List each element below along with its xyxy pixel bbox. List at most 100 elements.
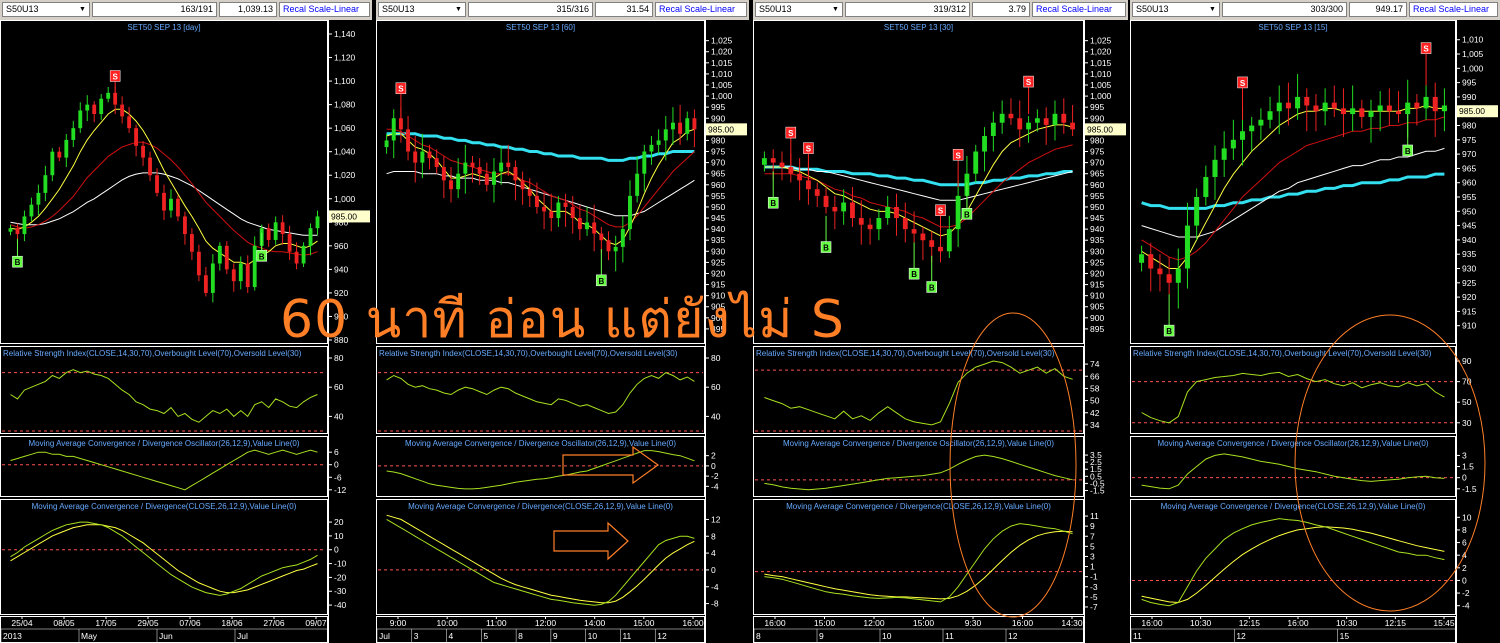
buy-signal-label: B bbox=[15, 258, 21, 267]
candle-body bbox=[1267, 111, 1273, 120]
candle-body bbox=[990, 122, 996, 136]
candle-body bbox=[858, 218, 864, 225]
candle-body bbox=[413, 151, 418, 163]
candle-body bbox=[692, 118, 697, 130]
rsi-line bbox=[10, 369, 318, 423]
candle-body bbox=[384, 140, 389, 148]
y-tick-label: 975 bbox=[1090, 147, 1104, 157]
time-tick-label: 15:00 bbox=[633, 618, 655, 628]
candle-body bbox=[1194, 197, 1200, 226]
sell-signal-label: S bbox=[1026, 78, 1032, 87]
candle-body bbox=[1203, 176, 1209, 198]
rsi-tick-label: 30 bbox=[1462, 418, 1472, 428]
chart-title: SET50 SEP 13 [day] bbox=[127, 23, 200, 32]
macd-label: Moving Average Convergence / Divergence(… bbox=[786, 502, 1051, 511]
candle-body bbox=[649, 144, 654, 152]
rsi-tick-label: 42 bbox=[1090, 408, 1100, 418]
time-tick-label: 25/04 bbox=[11, 618, 33, 628]
macd-label: Moving Average Convergence / Divergence(… bbox=[1161, 502, 1426, 511]
candle-body bbox=[885, 206, 891, 219]
macd-tick-label: 10 bbox=[334, 531, 344, 541]
y-tick-label: 1,020 bbox=[334, 170, 356, 180]
time-tick-label: 09/07 bbox=[305, 618, 327, 628]
buy-signal-label: B bbox=[964, 210, 970, 219]
candle-body bbox=[8, 228, 13, 232]
macd-tick-label: -40 bbox=[334, 600, 347, 610]
rsi-pane-frame bbox=[1130, 346, 1456, 434]
y-tick-label: 960 bbox=[711, 180, 725, 190]
candle-body bbox=[1052, 113, 1058, 125]
candle-body bbox=[22, 216, 27, 235]
candle-body bbox=[920, 233, 926, 241]
macd-tick-label: 7 bbox=[1090, 531, 1095, 541]
candle-body bbox=[534, 195, 539, 207]
y-tick-label: 995 bbox=[711, 102, 725, 112]
candle-body bbox=[670, 122, 675, 130]
y-tick-label: 970 bbox=[1090, 158, 1104, 168]
macd-oscillator-tick-label: 0 bbox=[334, 460, 339, 470]
y-tick-label: 1,010 bbox=[711, 69, 733, 79]
chart-svg[interactable]: SET50 SEP 13 [15] 1,010 1,005 1,000 995 990 98… bbox=[1130, 0, 1500, 643]
y-tick-label: 965 bbox=[1090, 169, 1104, 179]
date-label: 8 bbox=[518, 631, 523, 641]
y-tick-label: 1,080 bbox=[334, 100, 356, 110]
y-tick-label: 960 bbox=[1090, 180, 1104, 190]
candle-body bbox=[15, 228, 20, 235]
rsi-tick-label: 34 bbox=[1090, 420, 1100, 430]
y-tick-label: 990 bbox=[1090, 113, 1104, 123]
rsi-tick-label: 40 bbox=[334, 411, 344, 421]
date-label: Jul bbox=[237, 631, 248, 641]
macd-oscillator-tick-label: -1.5 bbox=[1090, 485, 1105, 495]
macd-oscillator-tick-label: -6 bbox=[334, 472, 342, 482]
y-tick-label: 955 bbox=[1462, 192, 1476, 202]
rsi-pane-frame bbox=[0, 346, 328, 434]
candle-body bbox=[252, 245, 257, 288]
candle-body bbox=[1043, 118, 1049, 125]
time-tick-label: 08/05 bbox=[53, 618, 75, 628]
candle-body bbox=[1295, 96, 1301, 109]
candle-body bbox=[196, 251, 201, 276]
macd-tick-label: 20 bbox=[334, 517, 344, 527]
y-tick-label: 955 bbox=[711, 191, 725, 201]
candle-body bbox=[1304, 96, 1310, 106]
y-tick-label: 1,000 bbox=[1090, 91, 1112, 101]
chart-panel-4[interactable]: S50U13 ▼ 303/300 949.17 Recal Scale-Linear SE… bbox=[1130, 0, 1500, 643]
candle-body bbox=[1221, 148, 1227, 160]
candle-body bbox=[1441, 105, 1447, 112]
chart-title: SET50 SEP 13 [30] bbox=[884, 23, 953, 32]
candle-body bbox=[1322, 102, 1328, 112]
macd-oscillator-label: Moving Average Convergence / Divergence … bbox=[1158, 439, 1429, 448]
y-tick-label: 930 bbox=[1462, 264, 1476, 274]
time-tick-label: 12:15 bbox=[1239, 618, 1261, 628]
buy-signal-label: B bbox=[929, 283, 935, 292]
sell-signal-label: S bbox=[398, 85, 404, 94]
y-tick-label: 975 bbox=[711, 147, 725, 157]
time-tick-label: 15:00 bbox=[814, 618, 836, 628]
time-tick-label: 12:00 bbox=[863, 618, 885, 628]
time-tick-label: 17/05 bbox=[95, 618, 117, 628]
candle-body bbox=[449, 180, 453, 190]
buy-signal-label: B bbox=[911, 270, 917, 279]
candle-body bbox=[456, 173, 461, 190]
candle-body bbox=[570, 206, 575, 219]
y-tick-label: 965 bbox=[711, 169, 725, 179]
time-tick-label: 07/06 bbox=[179, 618, 201, 628]
candle-body bbox=[134, 128, 139, 146]
candle-body bbox=[1240, 131, 1246, 140]
candle-body bbox=[663, 129, 668, 141]
candle-body bbox=[628, 195, 632, 230]
candle-body bbox=[287, 234, 292, 252]
candle-body bbox=[224, 245, 229, 270]
y-tick-label: 915 bbox=[1462, 306, 1476, 316]
date-label: Jul bbox=[379, 631, 390, 641]
date-label: 15 bbox=[1340, 631, 1350, 641]
date-label: May bbox=[81, 631, 98, 641]
macd-tick-label: 10 bbox=[1462, 512, 1472, 522]
rsi-tick-label: 66 bbox=[1090, 371, 1100, 381]
candle-body bbox=[1184, 225, 1190, 269]
time-tick-label: 18/06 bbox=[221, 618, 243, 628]
candle-body bbox=[1368, 111, 1374, 117]
candle-body bbox=[176, 198, 180, 217]
rsi-tick-label: 50 bbox=[1090, 396, 1100, 406]
price-pane-frame bbox=[1130, 20, 1456, 344]
